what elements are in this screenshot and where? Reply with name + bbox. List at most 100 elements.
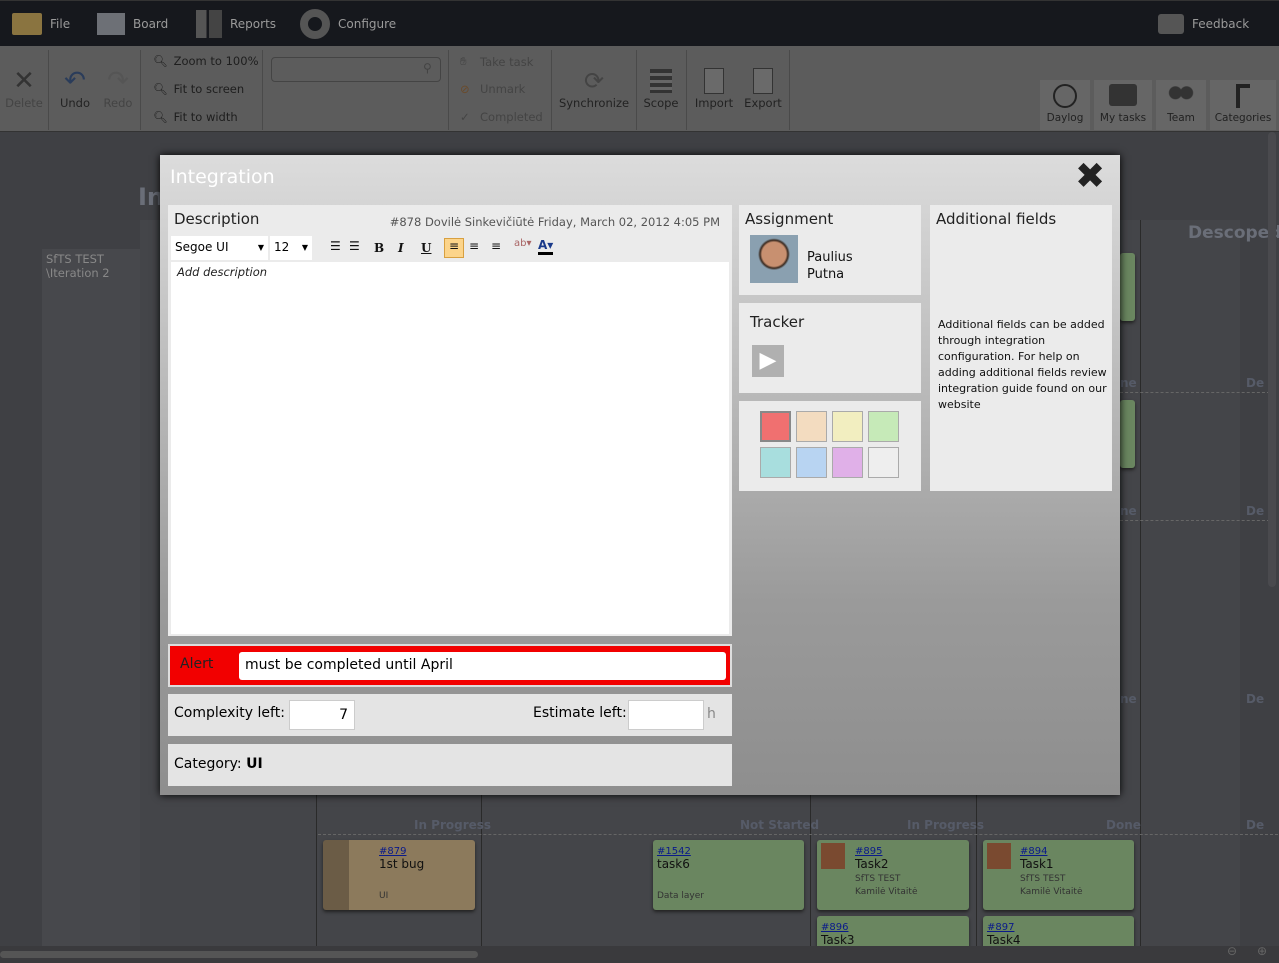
color-swatch[interactable] bbox=[832, 411, 863, 442]
label: Import bbox=[694, 96, 734, 110]
color-swatch[interactable] bbox=[760, 447, 791, 478]
team-button[interactable]: Team bbox=[1156, 80, 1206, 130]
team-icon bbox=[1167, 84, 1195, 106]
italic-icon[interactable]: I bbox=[398, 241, 404, 255]
scrollbar-thumb[interactable] bbox=[0, 951, 478, 958]
color-swatch[interactable] bbox=[868, 447, 899, 478]
color-swatch[interactable] bbox=[868, 411, 899, 442]
play-icon[interactable]: ▶ bbox=[752, 345, 784, 377]
my-tasks-button[interactable]: My tasks bbox=[1094, 80, 1152, 130]
zoom-in-icon[interactable]: ⊕ bbox=[1257, 944, 1267, 958]
completed-button[interactable]: ✓ Completed bbox=[460, 110, 543, 124]
scope-button[interactable]: Scope bbox=[640, 66, 682, 110]
color-swatch[interactable] bbox=[796, 447, 827, 478]
task-id-link[interactable]: #895 bbox=[855, 846, 882, 857]
categories-button[interactable]: Categories bbox=[1210, 80, 1276, 130]
last-name: Putna bbox=[807, 267, 845, 282]
unmark-button[interactable]: ⊘ Unmark bbox=[460, 82, 525, 96]
description-label: Description bbox=[174, 210, 260, 228]
task-id-link[interactable]: #896 bbox=[821, 922, 848, 933]
nav-reports[interactable]: Reports bbox=[196, 9, 276, 39]
align-center-icon[interactable]: ≡ bbox=[469, 239, 479, 253]
project-name: SfTS TEST bbox=[46, 252, 104, 266]
my-tasks-icon bbox=[1109, 84, 1137, 106]
description-editor[interactable]: Add description bbox=[171, 262, 729, 634]
task-card[interactable]: #894 Task1 SfTS TEST Kamilė Vitaitė bbox=[983, 840, 1134, 910]
magnifier-icon: 🔍︎ bbox=[153, 82, 168, 96]
complexity-input[interactable]: 7 bbox=[289, 700, 355, 730]
bold-icon[interactable]: B bbox=[374, 241, 384, 255]
align-left-icon[interactable]: ≡ bbox=[444, 238, 464, 258]
color-swatch[interactable] bbox=[832, 447, 863, 478]
complexity-label: Complexity left: bbox=[174, 705, 285, 721]
label: Redo bbox=[103, 96, 133, 110]
iteration-sidebar: SfTS TEST \Iteration 2 bbox=[42, 249, 140, 949]
avatar[interactable] bbox=[750, 235, 798, 283]
task-card[interactable]: #1542 task6 Data layer bbox=[653, 840, 804, 910]
bullet-list-icon[interactable]: ☰ bbox=[330, 239, 341, 253]
undo-button[interactable]: ↶ Undo bbox=[56, 66, 94, 110]
task-title: Task2 bbox=[855, 857, 889, 871]
category-row[interactable]: Category: UI bbox=[168, 744, 732, 786]
font-family-select[interactable]: Segoe UI ▼ bbox=[171, 236, 268, 260]
undo-icon: ↶ bbox=[64, 66, 86, 96]
task-category: Data layer bbox=[657, 891, 704, 901]
task-card[interactable]: #895 Task2 SfTS TEST Kamilė Vitaitė bbox=[817, 840, 969, 910]
nav-label: File bbox=[50, 17, 71, 31]
numbered-list-icon[interactable]: ☰ bbox=[349, 239, 360, 253]
task-id-link[interactable]: #879 bbox=[379, 846, 406, 857]
label: Fit to width bbox=[173, 110, 238, 124]
nav-label: Reports bbox=[230, 17, 277, 31]
column-label: De bbox=[1246, 504, 1265, 518]
underline-icon[interactable]: U bbox=[421, 241, 431, 255]
column-label: ne bbox=[1120, 504, 1137, 518]
descoped-header: Descoped bbox=[1188, 223, 1279, 243]
zoom-out-icon[interactable]: ⊖ bbox=[1227, 944, 1237, 958]
estimate-input[interactable] bbox=[628, 700, 704, 730]
task-id-link[interactable]: #897 bbox=[987, 922, 1014, 933]
search-input[interactable] bbox=[271, 57, 441, 82]
alert-input[interactable]: must be completed until April bbox=[239, 652, 726, 680]
label: Undo bbox=[59, 96, 91, 110]
export-icon bbox=[753, 68, 773, 94]
import-button[interactable]: Import bbox=[692, 66, 736, 110]
nav-file[interactable]: File bbox=[12, 9, 70, 39]
folder-icon bbox=[12, 13, 42, 35]
task-meta: #878 Dovilė Sinkevičiūtė Friday, March 0… bbox=[389, 215, 720, 229]
fit-width-button[interactable]: 🔍︎ Fit to width bbox=[153, 110, 238, 124]
color-swatch[interactable] bbox=[760, 411, 791, 442]
avatar bbox=[987, 843, 1011, 869]
daylog-button[interactable]: Daylog bbox=[1040, 80, 1090, 130]
column-header: Done bbox=[1106, 818, 1141, 832]
task-card[interactable]: #879 1st bug UI bbox=[323, 840, 475, 910]
task-title: 1st bug bbox=[379, 857, 425, 871]
fit-screen-button[interactable]: 🔍︎ Fit to screen bbox=[153, 82, 244, 96]
nav-board[interactable]: Board bbox=[97, 9, 168, 39]
align-right-icon[interactable]: ≡ bbox=[491, 239, 501, 253]
horizontal-scrollbar[interactable] bbox=[0, 946, 1279, 963]
task-id-link[interactable]: #894 bbox=[1020, 846, 1047, 857]
export-button[interactable]: Export bbox=[742, 66, 784, 110]
additional-fields-label: Additional fields bbox=[936, 210, 1057, 228]
delete-button[interactable]: ✕ Delete bbox=[4, 66, 44, 110]
label: Categories bbox=[1214, 112, 1272, 124]
description-panel: Description #878 Dovilė Sinkevičiūtė Fri… bbox=[168, 205, 732, 636]
task-project: SfTS TEST bbox=[855, 874, 901, 884]
color-swatch[interactable] bbox=[796, 411, 827, 442]
description-placeholder: Add description bbox=[177, 265, 268, 279]
feedback-button[interactable]: Feedback bbox=[1158, 9, 1249, 39]
task-dialog: Integration ✖ Description #878 Dovilė Si… bbox=[160, 155, 1120, 795]
take-task-button[interactable]: ✋︎ Take task bbox=[460, 54, 533, 69]
font-color-icon[interactable]: A▾ bbox=[538, 238, 554, 255]
task-id-link[interactable]: #1542 bbox=[657, 846, 691, 857]
zoom-100-button[interactable]: 🔍︎ Zoom to 100% bbox=[153, 54, 259, 68]
nav-configure[interactable]: Configure bbox=[300, 9, 396, 39]
font-size-select[interactable]: 12 ▼ bbox=[270, 236, 312, 260]
assignment-panel: Assignment Paulius Putna bbox=[739, 205, 921, 295]
close-icon[interactable]: ✖ bbox=[1075, 157, 1105, 197]
column-header: In Progress bbox=[907, 818, 985, 832]
highlight-icon[interactable]: ab▾ bbox=[514, 238, 532, 249]
redo-button[interactable]: ↷ Redo bbox=[100, 66, 136, 110]
vertical-scrollbar[interactable] bbox=[1268, 132, 1276, 587]
synchronize-button[interactable]: ⟳ Synchronize bbox=[556, 66, 632, 110]
